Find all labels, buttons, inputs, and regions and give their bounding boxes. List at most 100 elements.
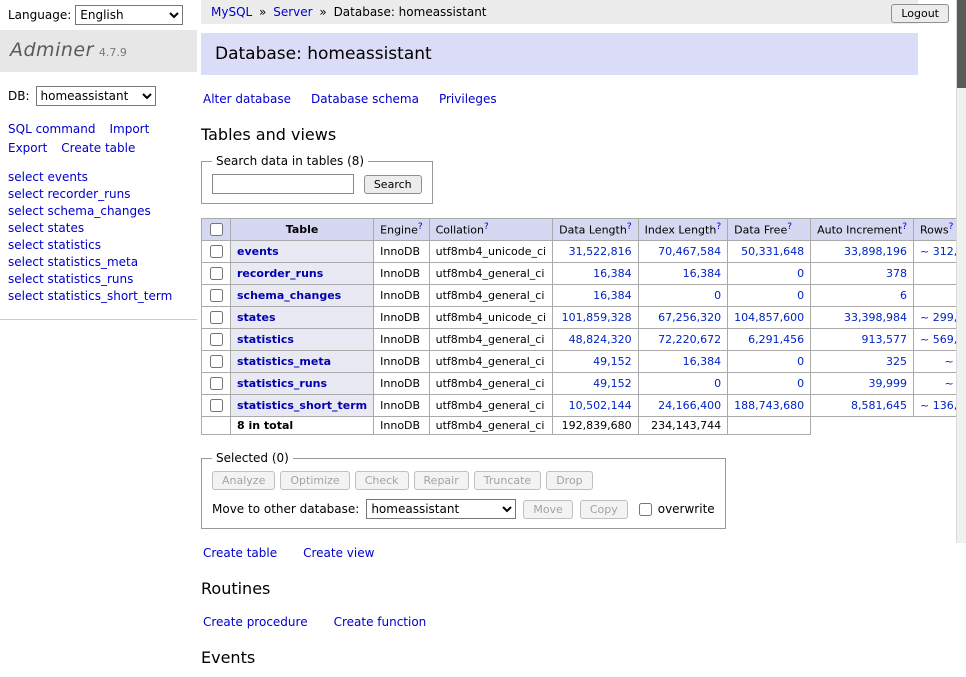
search-input[interactable] [212,174,354,194]
row-checkbox[interactable] [210,355,223,368]
data-length-cell: 10,502,144 [553,395,638,417]
database-schema-link[interactable]: Database schema [311,92,419,106]
table-row: recorder_runs InnoDB utf8mb4_general_ci … [202,263,966,285]
auto-increment-cell: 33,398,984 [811,307,914,329]
index-length-cell: 0 [638,285,728,307]
sidebar-link-import[interactable]: Import [109,122,149,136]
sidebar-link-sql-command[interactable]: SQL command [8,122,95,136]
optimize-button[interactable]: Optimize [280,471,349,490]
create-links: Create table Create view [203,546,916,560]
row-checkbox[interactable] [210,245,223,258]
row-checkbox[interactable] [210,311,223,324]
engine-cell: InnoDB [374,263,429,285]
table-name-link[interactable]: statistics_short_term [237,399,367,412]
create-table-link[interactable]: Create table [203,546,277,560]
table-name-link[interactable]: schema_changes [237,289,341,302]
sidebar-item-select-statistics-short-term[interactable]: select statistics_short_term [8,288,189,305]
privileges-link[interactable]: Privileges [439,92,497,106]
create-function-link[interactable]: Create function [334,615,427,629]
help-icon[interactable]: ? [949,222,954,232]
move-button[interactable]: Move [523,500,573,519]
index-length-cell: 24,166,400 [638,395,728,417]
scrollbar-thumb[interactable] [957,0,966,88]
logout-button[interactable]: Logout [891,4,949,23]
db-selector-row: DB: homeassistant [0,72,197,110]
column-header-table: Table [231,219,374,241]
tables-and-views-heading: Tables and views [201,125,918,144]
engine-cell: InnoDB [374,351,429,373]
collation-cell: utf8mb4_unicode_ci [429,307,552,329]
sidebar-link-export[interactable]: Export [8,141,47,155]
engine-cell: InnoDB [374,285,429,307]
help-icon[interactable]: ? [484,222,489,232]
table-name-link[interactable]: statistics_meta [237,355,331,368]
data-free-cell: 50,331,648 [728,241,811,263]
data-free-cell: 188,743,680 [728,395,811,417]
search-button[interactable]: Search [364,175,422,194]
help-icon[interactable]: ? [418,222,423,232]
auto-increment-cell: 6 [811,285,914,307]
help-icon[interactable]: ? [716,222,721,232]
language-select[interactable]: English [75,5,183,25]
data-length-cell: 48,824,320 [553,329,638,351]
db-select[interactable]: homeassistant [36,86,156,106]
vertical-scrollbar[interactable] [956,0,966,543]
sidebar-item-select-statistics-meta[interactable]: select statistics_meta [8,254,189,271]
repair-button[interactable]: Repair [414,471,469,490]
move-label: Move to other database: [212,502,359,516]
routine-links: Create procedure Create function [203,615,916,629]
sidebar-item-select-states[interactable]: select states [8,220,189,237]
create-view-link[interactable]: Create view [303,546,374,560]
table-name-link[interactable]: events [237,245,279,258]
sidebar: Language:English Adminer4.7.9 DB: homeas… [0,0,197,320]
drop-button[interactable]: Drop [546,471,592,490]
total-engine: InnoDB [374,417,429,435]
row-checkbox[interactable] [210,399,223,412]
language-label: Language: [8,8,71,22]
index-length-cell: 0 [638,373,728,395]
analyze-button[interactable]: Analyze [212,471,275,490]
table-row: statistics_meta InnoDB utf8mb4_general_c… [202,351,966,373]
breadcrumb: MySQL » Server » Database: homeassistant [201,0,918,24]
overwrite-option: overwrite [635,500,715,519]
breadcrumb-link-server[interactable]: Server [273,5,312,19]
table-row: statistics InnoDB utf8mb4_general_ci 48,… [202,329,966,351]
truncate-button[interactable]: Truncate [474,471,541,490]
select-all-checkbox[interactable] [210,223,223,236]
overwrite-checkbox[interactable] [639,503,652,516]
check-button[interactable]: Check [355,471,409,490]
db-label: DB: [8,89,30,103]
tables-overview-table: Table Engine? Collation? Data Length? In… [201,218,966,435]
breadcrumb-separator: » [319,5,326,19]
sidebar-item-select-events[interactable]: select events [8,169,189,186]
data-length-cell: 16,384 [553,263,638,285]
sidebar-item-select-statistics[interactable]: select statistics [8,237,189,254]
table-name-link[interactable]: statistics [237,333,294,346]
table-name-link[interactable]: recorder_runs [237,267,323,280]
auto-increment-cell: 378 [811,263,914,285]
database-links: Alter database Database schema Privilege… [203,92,916,106]
copy-button[interactable]: Copy [580,500,628,519]
help-icon[interactable]: ? [902,222,907,232]
breadcrumb-current: Database: homeassistant [334,5,487,19]
sidebar-item-select-recorder-runs[interactable]: select recorder_runs [8,186,189,203]
row-checkbox[interactable] [210,333,223,346]
data-length-cell: 31,522,816 [553,241,638,263]
table-name-link[interactable]: statistics_runs [237,377,327,390]
create-procedure-link[interactable]: Create procedure [203,615,308,629]
help-icon[interactable]: ? [627,222,632,232]
sidebar-link-create-table[interactable]: Create table [61,141,135,155]
engine-cell: InnoDB [374,395,429,417]
breadcrumb-link-mysql[interactable]: MySQL [211,5,252,19]
sidebar-item-select-statistics-runs[interactable]: select statistics_runs [8,271,189,288]
alter-database-link[interactable]: Alter database [203,92,291,106]
row-checkbox[interactable] [210,377,223,390]
row-checkbox[interactable] [210,289,223,302]
move-database-select[interactable]: homeassistant [366,499,516,519]
index-length-cell: 67,256,320 [638,307,728,329]
sidebar-item-select-schema-changes[interactable]: select schema_changes [8,203,189,220]
total-index-length: 234,143,744 [638,417,728,435]
help-icon[interactable]: ? [787,222,792,232]
table-name-link[interactable]: states [237,311,276,324]
row-checkbox[interactable] [210,267,223,280]
